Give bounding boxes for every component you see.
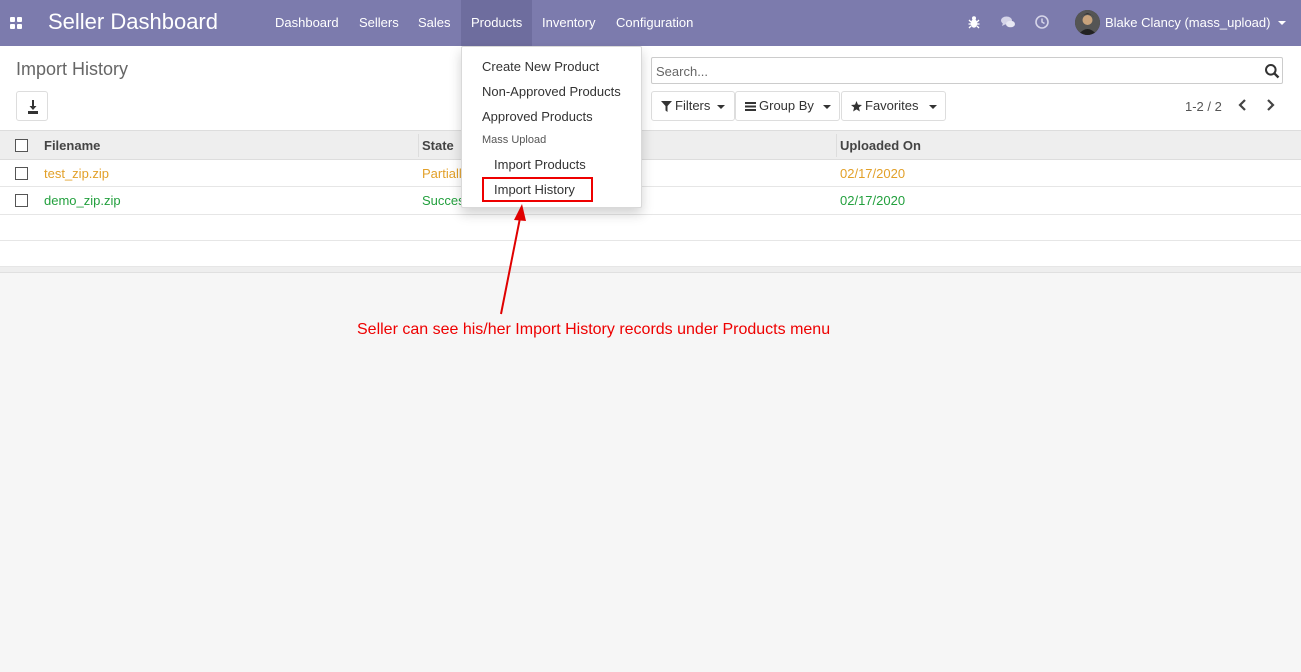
pager-previous-icon[interactable] xyxy=(1236,97,1250,113)
cell-uploaded-on: 02/17/2020 xyxy=(840,193,906,208)
menu-item-import-products[interactable]: Import Products xyxy=(494,157,586,172)
cell-filename: test_zip.zip xyxy=(44,166,110,181)
menu-products[interactable]: Products xyxy=(461,0,532,46)
user-menu-caret-icon xyxy=(1278,21,1286,25)
cell-uploaded-on: 02/17/2020 xyxy=(840,166,906,181)
favorites-caret-icon xyxy=(929,105,937,109)
annotation-text: Seller can see his/her Import History re… xyxy=(357,321,831,338)
column-divider xyxy=(836,134,837,157)
cell-state: Success xyxy=(422,193,462,208)
empty-row xyxy=(0,215,1301,241)
filter-icon xyxy=(661,101,672,112)
apps-grid-icon[interactable] xyxy=(10,17,22,29)
menu-item-non-approved-products[interactable]: Non-Approved Products xyxy=(482,84,621,99)
menu-inventory[interactable]: Inventory xyxy=(532,0,605,46)
filters-button[interactable]: Filters xyxy=(651,91,735,121)
column-header-uploaded-on[interactable]: Uploaded On xyxy=(840,131,921,159)
table-row[interactable]: test_zip.zip Partially 02/17/2020 xyxy=(0,160,1301,187)
group-by-caret-icon xyxy=(823,105,831,109)
app-brand-title[interactable]: Seller Dashboard xyxy=(48,9,218,35)
menu-item-import-history[interactable]: Import History xyxy=(494,182,575,197)
menu-section-mass-upload: Mass Upload xyxy=(482,134,547,146)
menu-configuration[interactable]: Configuration xyxy=(606,0,703,46)
import-history-list: Filename State Uploaded On test_zip.zip … xyxy=(0,131,1301,273)
favorites-button[interactable]: Favorites xyxy=(841,91,946,121)
menu-dashboard[interactable]: Dashboard xyxy=(265,0,349,46)
row-checkbox[interactable] xyxy=(15,194,28,207)
cell-filename: demo_zip.zip xyxy=(44,193,121,208)
bug-icon[interactable] xyxy=(966,14,982,30)
pager-value[interactable]: 1-2 / 2 xyxy=(1185,99,1222,114)
table-row[interactable]: demo_zip.zip Success 02/17/2020 xyxy=(0,187,1301,215)
chat-icon[interactable] xyxy=(1000,14,1016,30)
pager-next-icon[interactable] xyxy=(1263,97,1277,113)
filters-caret-icon xyxy=(717,105,725,109)
column-header-filename[interactable]: Filename xyxy=(44,131,100,159)
table-footer xyxy=(0,267,1301,273)
list-icon xyxy=(745,102,756,111)
menu-sellers[interactable]: Sellers xyxy=(349,0,409,46)
favorites-label: Favorites xyxy=(865,98,919,113)
search-icon[interactable] xyxy=(1264,63,1280,79)
search-bar[interactable] xyxy=(651,57,1283,84)
select-all-checkbox[interactable] xyxy=(15,139,28,152)
star-icon xyxy=(851,101,862,112)
row-checkbox[interactable] xyxy=(15,167,28,180)
group-by-label: Group By xyxy=(759,98,814,113)
user-avatar xyxy=(1075,10,1100,35)
column-divider xyxy=(418,134,419,157)
top-navbar: Seller Dashboard Dashboard Sellers Sales… xyxy=(0,0,1301,46)
empty-row xyxy=(0,241,1301,267)
page-title: Import History xyxy=(16,59,129,79)
user-name: Blake Clancy (mass_upload) xyxy=(1105,15,1271,30)
cell-state: Partially xyxy=(422,166,462,181)
products-dropdown-menu: Create New Product Non-Approved Products… xyxy=(461,46,642,208)
column-header-state[interactable]: State xyxy=(422,131,454,159)
menu-sales[interactable]: Sales xyxy=(408,0,461,46)
group-by-button[interactable]: Group By xyxy=(735,91,840,121)
control-panel: Import History Filters Group By xyxy=(0,46,1301,131)
table-header: Filename State Uploaded On xyxy=(0,131,1301,160)
filters-label: Filters xyxy=(675,98,711,113)
clock-icon[interactable] xyxy=(1034,14,1050,30)
menu-item-approved-products[interactable]: Approved Products xyxy=(482,109,593,124)
download-button[interactable] xyxy=(16,91,48,121)
download-icon xyxy=(28,100,38,114)
menu-item-create-new-product[interactable]: Create New Product xyxy=(482,59,599,74)
search-input[interactable] xyxy=(656,62,1246,80)
